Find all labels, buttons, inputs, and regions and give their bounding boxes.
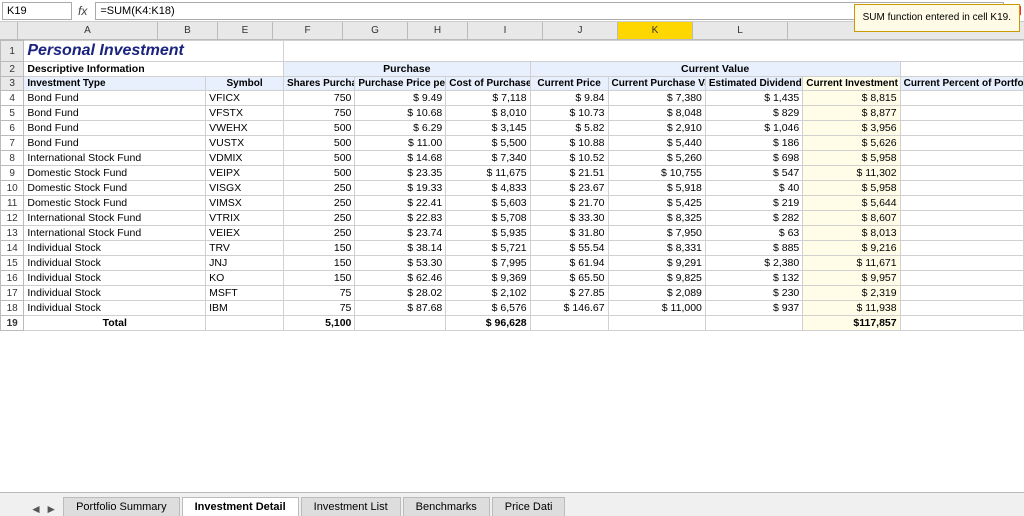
sub-header-current-purchase-value: Current Purchase Value [608,77,705,91]
table-row: 9 Domestic Stock Fund VEIPX 500 $ 23.35 … [1,166,1024,181]
tab-benchmarks[interactable]: Benchmarks [403,497,490,516]
total-curr-inv-val: $117,857 [803,316,900,331]
tab-nav-arrows[interactable]: ◄ ► [30,502,57,516]
col-header-h[interactable]: H [408,22,468,39]
spreadsheet-table: 1 Personal Investment 2 Descriptive Info… [0,40,1024,331]
tab-bar: ◄ ► Portfolio Summary Investment Detail … [0,492,1024,516]
col-header-row [0,22,18,39]
cost-purchase[interactable]: $ 7,118 [446,91,530,106]
descriptive-header: Descriptive Information [24,62,284,77]
table-row: 7 Bond Fund VUSTX 500 $ 11.00 $ 5,500 $ … [1,136,1024,151]
table-row: 8 International Stock Fund VDMIX 500 $ 1… [1,151,1024,166]
tab-investment-list[interactable]: Investment List [301,497,401,516]
sub-header-shares-purchased: Shares Purchased [284,77,355,91]
curr-inv-val[interactable]: $ 8,815 [803,91,900,106]
sub-header-cost-of-purchase: Cost of Purchase [446,77,530,91]
formula-note: SUM function entered in cell K19. [854,4,1020,32]
col-header-j[interactable]: J [543,22,618,39]
tab-price-data[interactable]: Price Dati [492,497,566,516]
sub-header-current-investment-value: Current Investment Value [803,77,900,91]
table-row: 12 International Stock Fund VTRIX 250 $ … [1,211,1024,226]
current-value-header: Current Value [530,62,900,77]
purchase-header: Purchase [284,62,531,77]
curr-price[interactable]: $ 9.84 [530,91,608,106]
col-header-l[interactable]: L [693,22,788,39]
total-label: Total [24,316,206,331]
tab-investment-detail[interactable]: Investment Detail [182,497,299,516]
table-row: 17 Individual Stock MSFT 75 $ 28.02 $ 2,… [1,286,1024,301]
col-header-g[interactable]: G [343,22,408,39]
investment-type[interactable]: Bond Fund [24,91,206,106]
fx-label: fx [74,4,91,18]
shares[interactable]: 750 [284,91,355,106]
cell-ref-box[interactable]: K19 [2,2,72,20]
col-header-k[interactable]: K [618,22,693,39]
table-row: 15 Individual Stock JNJ 150 $ 53.30 $ 7,… [1,256,1024,271]
row-2: 2 Descriptive Information Purchase Curre… [1,62,1024,77]
total-shares: 5,100 [284,316,355,331]
table-row: 6 Bond Fund VWEHX 500 $ 6.29 $ 3,145 $ 5… [1,121,1024,136]
table-row: 11 Domestic Stock Fund VIMSX 250 $ 22.41… [1,196,1024,211]
sub-header-current-price: Current Price [530,77,608,91]
pp-share[interactable]: $ 9.49 [355,91,446,106]
row-3: 3 Investment Type Symbol Shares Purchase… [1,77,1024,91]
col-header-i[interactable]: I [468,22,543,39]
row-num-1: 1 [1,41,24,62]
sub-header-symbol: Symbol [206,77,284,91]
table-row: 5 Bond Fund VFSTX 750 $ 10.68 $ 8,010 $ … [1,106,1024,121]
total-row: 19 Total 5,100 $ 96,628 $117,857 [1,316,1024,331]
total-cost: $ 96,628 [446,316,530,331]
title-cell: Personal Investment [24,41,284,62]
formula-bar: K19 fx =SUM(K4:K18) ◄ SUM function enter… [0,0,1024,22]
table-row: 16 Individual Stock KO 150 $ 62.46 $ 9,3… [1,271,1024,286]
col-header-e[interactable]: E [218,22,273,39]
row-num: 4 [1,91,24,106]
row-num-2: 2 [1,62,24,77]
curr-purch-val[interactable]: $ 7,380 [608,91,705,106]
row-num-3: 3 [1,77,24,91]
col-header-b[interactable]: B [158,22,218,39]
sub-header-current-percent-portfolio: Current Percent of Portfolio [900,77,1023,91]
row-1: 1 Personal Investment [1,41,1024,62]
symbol[interactable]: VFICX [206,91,284,106]
sub-header-purchase-price-per-share: Purchase Price per Share [355,77,446,91]
col-header-f[interactable]: F [273,22,343,39]
est-div[interactable]: $ 1,435 [705,91,802,106]
sub-header-estimated-dividend-payments: Estimated Dividend Payments [705,77,802,91]
table-row: 10 Domestic Stock Fund VISGX 250 $ 19.33… [1,181,1024,196]
sub-header-investment-type: Investment Type [24,77,206,91]
table-row: 4 Bond Fund VFICX 750 $ 9.49 $ 7,118 $ 9… [1,91,1024,106]
tab-portfolio-summary[interactable]: Portfolio Summary [63,497,179,516]
col-header-a[interactable]: A [18,22,158,39]
sheet-content: 1 Personal Investment 2 Descriptive Info… [0,40,1024,492]
table-row: 13 International Stock Fund VEIEX 250 $ … [1,226,1024,241]
table-row: 18 Individual Stock IBM 75 $ 87.68 $ 6,5… [1,301,1024,316]
table-row: 14 Individual Stock TRV 150 $ 38.14 $ 5,… [1,241,1024,256]
